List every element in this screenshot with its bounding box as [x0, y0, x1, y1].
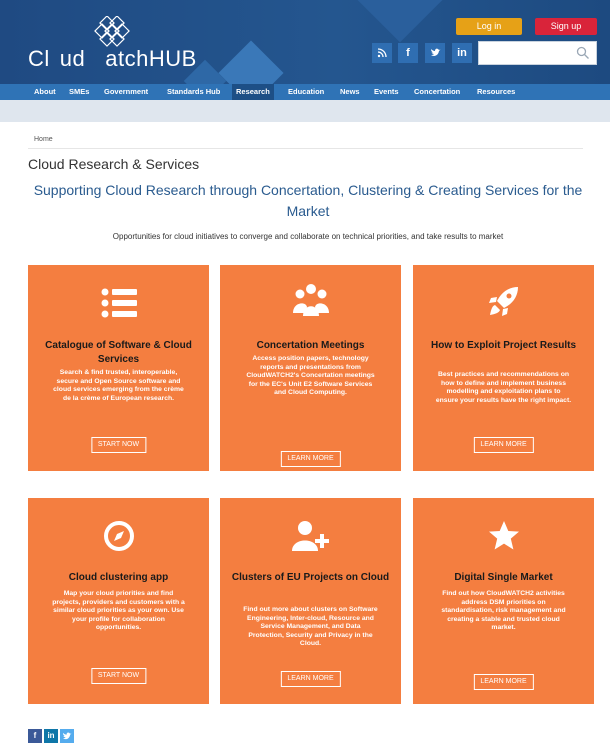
- card-catalogue[interactable]: Catalogue of Software & Cloud Services S…: [28, 265, 209, 471]
- nav-item-education[interactable]: Education: [284, 84, 328, 100]
- logo-text-right: atchHUB: [105, 46, 197, 71]
- decorative-diamond: [218, 40, 284, 84]
- linkedin-icon[interactable]: in: [452, 43, 472, 63]
- search-icon[interactable]: [576, 46, 590, 60]
- learn-more-button[interactable]: LEARN MORE: [473, 674, 534, 690]
- twitter-icon[interactable]: [60, 729, 74, 743]
- card-title: How to Exploit Project Results: [430, 340, 577, 351]
- card-title: Cloud clustering app: [68, 572, 169, 583]
- nav-item-resources[interactable]: Resources: [473, 84, 519, 100]
- card-description: Search & find trusted, interoperable, se…: [53, 369, 184, 402]
- nav-item-government[interactable]: Government: [100, 84, 152, 100]
- site-header: Cl ud atchHUB Log in Sign up f in: [0, 0, 610, 84]
- card-title: Catalogue of Software & Cloud Services: [45, 340, 192, 365]
- star-icon: [488, 521, 519, 550]
- compass-icon: [103, 521, 134, 551]
- nav-item-concertation[interactable]: Concertation: [410, 84, 464, 100]
- nav-item-events[interactable]: Events: [370, 84, 403, 100]
- card-clustering-app[interactable]: Cloud clustering app Map your cloud prio…: [28, 498, 209, 704]
- card-concertation[interactable]: Concertation Meetings Access position pa…: [220, 265, 401, 471]
- nav-item-smes[interactable]: SMEs: [65, 84, 93, 100]
- decorative-diamond: [357, 0, 443, 43]
- nav-item-research[interactable]: Research: [232, 84, 274, 100]
- linkedin-icon[interactable]: in: [44, 729, 58, 743]
- card-title: Clusters of EU Projects on Cloud: [231, 572, 390, 583]
- page-title: Cloud Research & Services: [28, 156, 200, 172]
- logo-text-left: Cl: [28, 46, 50, 71]
- site-logo[interactable]: Cl ud atchHUB: [28, 46, 197, 72]
- card-description: Find out how CloudWATCH2 activities addr…: [441, 590, 566, 631]
- card-digital-single-market[interactable]: Digital Single Market Find out how Cloud…: [413, 498, 594, 704]
- facebook-icon[interactable]: f: [28, 729, 42, 743]
- list-icon: [101, 288, 137, 318]
- intro-text: Opportunities for cloud initiatives to c…: [112, 232, 504, 241]
- start-now-button[interactable]: START NOW: [90, 668, 147, 684]
- login-button[interactable]: Log in: [456, 18, 522, 35]
- sub-nav-bar: [0, 100, 610, 122]
- card-eu-clusters[interactable]: Clusters of EU Projects on Cloud Find ou…: [220, 498, 401, 704]
- learn-more-button[interactable]: LEARN MORE: [280, 451, 341, 467]
- card-description: Best practices and recommendations on ho…: [435, 371, 572, 404]
- card-title: Digital Single Market: [454, 572, 553, 583]
- search-input[interactable]: [478, 41, 597, 65]
- users-group-icon: [292, 284, 329, 316]
- rocket-icon: [488, 287, 518, 316]
- card-description: Find out more about clusters on Software…: [243, 606, 378, 647]
- facebook-icon[interactable]: f: [398, 43, 418, 63]
- learn-more-button[interactable]: LEARN MORE: [473, 437, 534, 453]
- nav-item-standards-hub[interactable]: Standards Hub: [163, 84, 224, 100]
- divider: [28, 148, 583, 149]
- main-nav: About SMEs Government Standards Hub Rese…: [0, 84, 610, 100]
- card-exploit-results[interactable]: How to Exploit Project Results Best prac…: [413, 265, 594, 471]
- add-user-icon: [291, 521, 329, 551]
- nav-item-about[interactable]: About: [30, 84, 60, 100]
- card-description: Access position papers, technology repor…: [246, 355, 375, 396]
- card-title: Concertation Meetings: [256, 340, 365, 351]
- learn-more-button[interactable]: LEARN MORE: [280, 671, 341, 687]
- signup-button[interactable]: Sign up: [535, 18, 597, 35]
- headline: Supporting Cloud Research through Concer…: [33, 182, 583, 219]
- start-now-button[interactable]: START NOW: [90, 437, 147, 453]
- nav-item-news[interactable]: News: [336, 84, 364, 100]
- card-description: Map your cloud priorities and find proje…: [52, 590, 185, 631]
- rss-icon[interactable]: [372, 43, 392, 63]
- breadcrumb[interactable]: Home: [34, 136, 53, 143]
- twitter-icon[interactable]: [425, 43, 445, 63]
- logo-text-mid: ud: [59, 46, 86, 71]
